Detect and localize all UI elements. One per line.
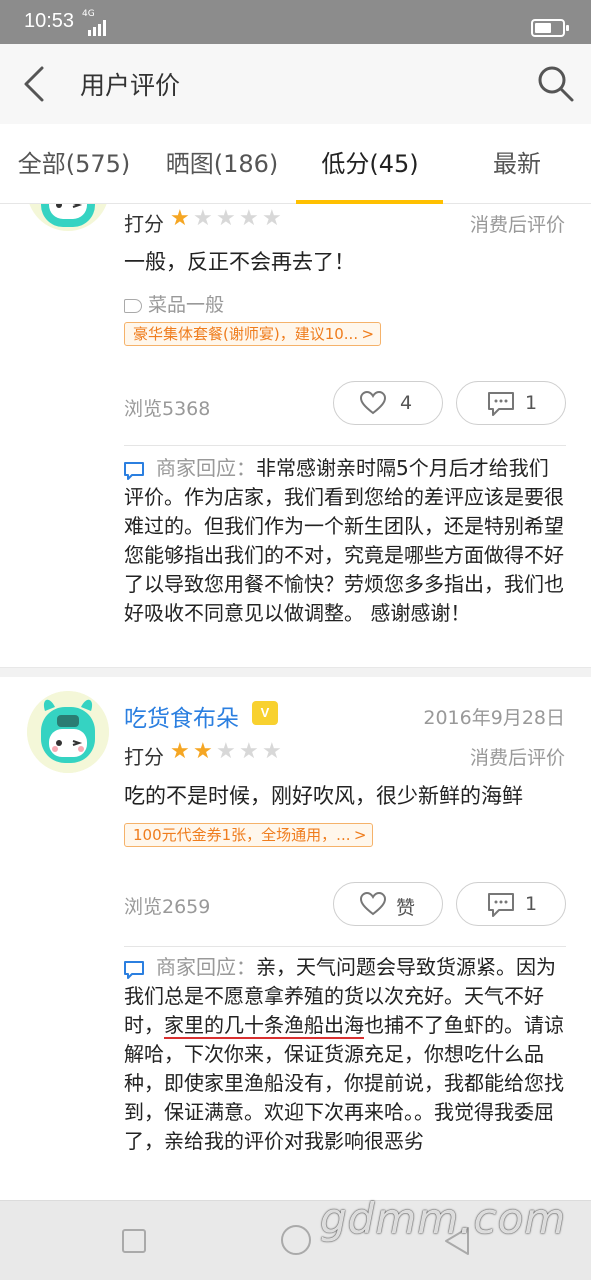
watermark: gdmm.com [320,1194,567,1243]
username[interactable]: 吃货食布朵 [124,699,239,733]
review-text: 一般，反正不会再去了！ [124,250,355,274]
star-empty-icon: ★ [239,739,259,764]
divider [124,946,566,947]
tag-icon [124,298,142,313]
deal-chip-label: 豪华集体套餐(谢师宴)，建议10... [133,325,359,343]
signal-icon [88,20,106,36]
dish-tag-label: 菜品一般 [148,294,225,316]
comment-count: 1 [525,893,538,915]
star-filled-icon: ★ [170,206,190,231]
view-count: 浏览5368 [124,398,211,420]
tab-photos[interactable]: 晒图(186) [148,124,296,204]
star-empty-icon: ★ [262,739,282,764]
deal-chip[interactable]: 豪华集体套餐(谢师宴)，建议10... > [124,322,382,346]
network-type: 4G [82,9,95,19]
avatar[interactable] [27,204,109,231]
star-empty-icon: ★ [216,739,236,764]
vip-badge: V [252,701,278,725]
comment-button[interactable]: 1 [456,381,566,425]
page-title: 用户评价 [80,71,181,100]
review-text: 吃的不是时候，刚好吹风，很少新鲜的海鲜 [124,784,523,808]
chevron-right-icon: > [361,325,375,343]
like-count: 4 [400,392,413,414]
filter-tabs: 全部(575) 晒图(186) 低分(45) 最新 [0,124,591,204]
chevron-right-icon: > [353,826,367,844]
heart-icon [360,892,386,916]
status-bar: 10:53 4G [0,0,591,44]
merchant-reply: 商家回应：亲，天气问题会导致货源紧。因为我们总是不愿意拿养殖的货以次充好。天气不… [124,953,564,1156]
heart-icon [360,391,386,415]
search-icon[interactable] [536,64,576,104]
status-time: 10:53 [24,10,75,32]
review-list[interactable]: 打分 ★ ★ ★ ★ ★ 消费后评价 一般，反正不会再去了！ 菜品一般 豪华集体套餐(谢… [0,204,591,1200]
dish-tag: 菜品一般 [124,290,224,317]
star-empty-icon: ★ [239,206,259,231]
view-count: 浏览2659 [124,896,211,918]
star-filled-icon: ★ [193,739,213,764]
star-empty-icon: ★ [262,206,282,231]
review-date: 2016年9月28日 [423,707,565,729]
merchant-reply-highlight: 家里的几十条渔船出海 [164,1013,364,1037]
star-empty-icon: ★ [193,206,213,231]
divider [124,445,566,446]
tab-low-score[interactable]: 低分(45) [296,124,444,204]
recent-apps-icon[interactable] [122,1229,146,1253]
comment-button[interactable]: 1 [456,882,566,926]
star-rating: ★ ★ ★ ★ ★ [170,739,285,764]
review-item: 吃货食布朵 V 2016年9月28日 打分 ★ ★ ★ ★ ★ 消费后评价 吃的不是时候… [0,677,591,1200]
tab-latest[interactable]: 最新 [443,124,591,204]
comment-icon [488,392,514,416]
like-button[interactable]: 赞 [333,882,443,926]
battery-icon [531,19,569,37]
avatar[interactable] [27,691,109,773]
merchant-reply-text: 非常感谢亲时隔5个月后才给我们评价。作为店家，我们看到您给的差评应该是要很难过的… [124,456,564,625]
comment-icon [488,893,514,917]
back-arrow-icon[interactable] [18,64,54,104]
deal-chip[interactable]: 100元代金券1张，全场通用，... > [124,823,374,847]
deal-chip-label: 100元代金券1张，全场通用，... [133,826,351,844]
review-separator [0,667,591,677]
review-item: 打分 ★ ★ ★ ★ ★ 消费后评价 一般，反正不会再去了！ 菜品一般 豪华集体套餐(谢… [0,204,591,669]
merchant-reply-label: 商家回应： [156,955,256,979]
like-label: 赞 [396,897,416,919]
review-type-tag: 消费后评价 [469,747,565,769]
score-label: 打分 [124,212,164,236]
star-filled-icon: ★ [170,739,190,764]
score-label: 打分 [124,745,164,769]
merchant-reply: 商家回应：非常感谢亲时隔5个月后才给我们评价。作为店家，我们看到您给的差评应该是… [124,454,564,628]
like-button[interactable]: 4 [333,381,443,425]
comment-count: 1 [525,392,538,414]
header: 用户评价 [0,44,591,124]
review-type-tag: 消费后评价 [469,214,565,236]
tab-all[interactable]: 全部(575) [0,124,148,204]
star-empty-icon: ★ [216,206,236,231]
home-icon[interactable] [281,1225,311,1255]
merchant-reply-label: 商家回应： [156,456,256,480]
star-rating: ★ ★ ★ ★ ★ [170,206,285,231]
